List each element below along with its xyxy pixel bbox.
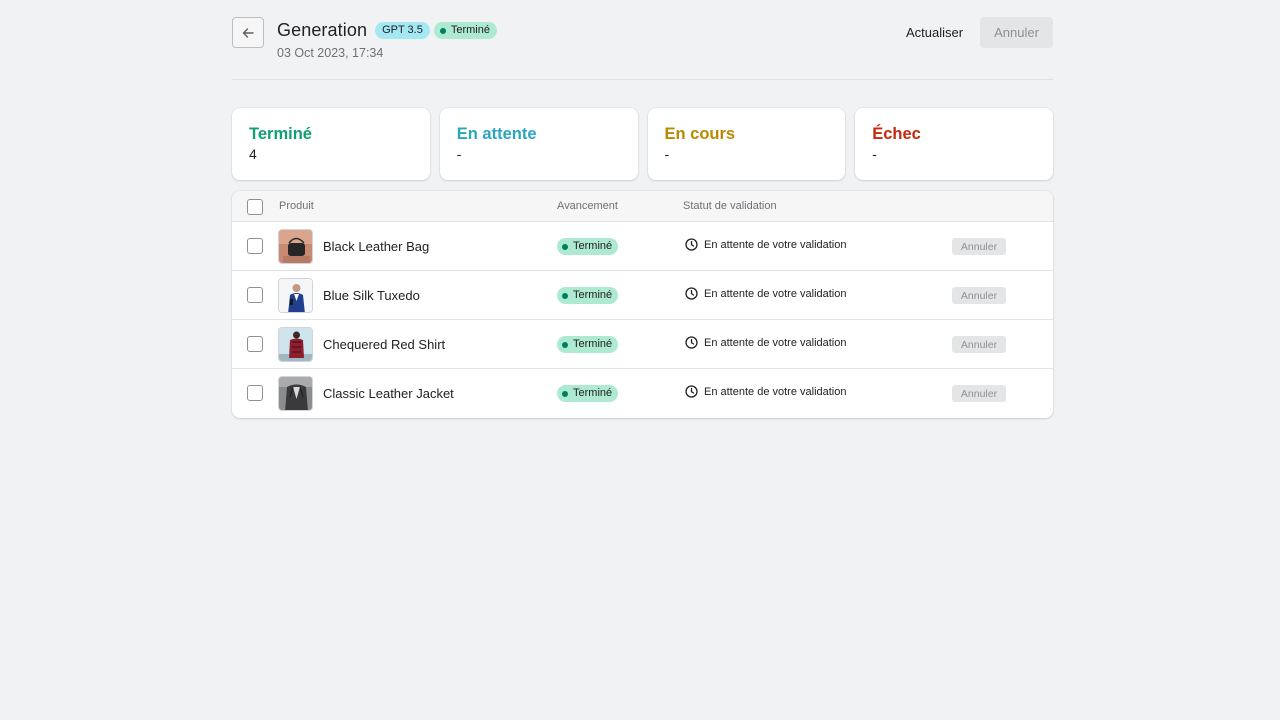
jacket-thumbnail-icon: [278, 376, 313, 411]
product-name[interactable]: Classic Leather Jacket: [323, 386, 454, 401]
status-dot-icon: [562, 390, 568, 397]
products-table: Produit Avancement Statut de validation …: [232, 191, 1053, 418]
clock-icon: [685, 385, 698, 398]
table-row[interactable]: Chequered Red Shirt Terminé En attente d…: [232, 320, 1053, 369]
status-dot-icon: [562, 243, 568, 250]
stat-value: -: [872, 146, 877, 162]
row-checkbox[interactable]: [247, 385, 263, 401]
stat-label: En attente: [456, 125, 537, 143]
product-name[interactable]: Blue Silk Tuxedo: [323, 288, 420, 303]
validation-status: En attente de votre validation: [685, 336, 846, 349]
validation-status: En attente de votre validation: [685, 287, 846, 300]
status-dot-icon: [562, 292, 568, 299]
validation-status-label: En attente de votre validation: [704, 336, 847, 349]
product-name[interactable]: Chequered Red Shirt: [323, 337, 445, 352]
validation-status-label: En attente de votre validation: [704, 287, 847, 300]
stat-label: En cours: [664, 125, 736, 143]
clock-icon: [685, 336, 698, 349]
stat-card-failed: Échec -: [855, 108, 1053, 180]
stat-label: Terminé: [249, 125, 312, 143]
progress-badge: Terminé: [557, 336, 619, 353]
progress-badge: Terminé: [557, 287, 619, 304]
status-badge-label: Terminé: [450, 24, 490, 36]
arrow-left-icon: [242, 27, 254, 38]
generation-date: 03 Oct 2023, 17:34: [277, 46, 384, 60]
row-cancel-button[interactable]: Annuler: [952, 238, 1006, 255]
stat-value: -: [664, 146, 670, 162]
back-button[interactable]: [232, 17, 264, 48]
model-badge: GPT 3.5: [375, 22, 430, 39]
progress-badge: Terminé: [557, 385, 619, 402]
progress-badge: Terminé: [557, 238, 619, 255]
page-header: Generation GPT 3.5 Terminé 03 Oct 2023, …: [232, 0, 1053, 80]
page-title: Generation: [277, 20, 368, 40]
progress-badge-label: Terminé: [573, 338, 613, 350]
stats-row: Terminé 4 En attente - En cours - Échec …: [232, 108, 1053, 180]
clock-icon: [685, 238, 698, 251]
row-checkbox[interactable]: [247, 238, 263, 254]
stat-card-completed: Terminé 4: [232, 108, 430, 180]
validation-status: En attente de votre validation: [685, 385, 846, 398]
row-cancel-button[interactable]: Annuler: [952, 287, 1006, 304]
table-row[interactable]: Black Leather Bag Terminé En attente de …: [232, 222, 1053, 271]
product-name[interactable]: Black Leather Bag: [323, 239, 429, 254]
clock-icon: [685, 287, 698, 300]
table-row[interactable]: Classic Leather Jacket Terminé En attent…: [232, 369, 1053, 418]
validation-status: En attente de votre validation: [685, 238, 846, 251]
column-header-progress: Avancement: [557, 200, 618, 212]
validation-status-label: En attente de votre validation: [704, 385, 847, 398]
progress-badge-label: Terminé: [573, 387, 613, 399]
cancel-button[interactable]: Annuler: [980, 17, 1053, 48]
stat-card-pending: En attente -: [439, 108, 638, 180]
validation-status-label: En attente de votre validation: [704, 238, 847, 251]
bag-thumbnail-icon: [278, 229, 313, 264]
stat-card-in-progress: En cours -: [647, 108, 846, 180]
row-cancel-button[interactable]: Annuler: [952, 385, 1006, 402]
column-header-validation: Statut de validation: [683, 200, 777, 212]
stat-label: Échec: [872, 125, 921, 143]
table-row[interactable]: Blue Silk Tuxedo Terminé En attente de v…: [232, 271, 1053, 320]
stat-value: 4: [249, 146, 257, 162]
page: Generation GPT 3.5 Terminé 03 Oct 2023, …: [232, 0, 1053, 418]
row-checkbox[interactable]: [247, 287, 263, 303]
refresh-button[interactable]: Actualiser: [896, 17, 973, 48]
shirt-thumbnail-icon: [278, 327, 313, 362]
select-all-checkbox[interactable]: [247, 199, 263, 215]
status-badge: Terminé: [433, 22, 497, 39]
stat-value: -: [456, 146, 462, 162]
table-header: Produit Avancement Statut de validation: [232, 191, 1053, 222]
row-checkbox[interactable]: [247, 336, 263, 352]
title-row: Generation GPT 3.5 Terminé: [277, 20, 497, 41]
status-dot-icon: [562, 341, 568, 348]
row-cancel-button[interactable]: Annuler: [952, 336, 1006, 353]
column-header-product: Produit: [279, 200, 314, 212]
status-dot-icon: [439, 27, 446, 34]
tuxedo-thumbnail-icon: [278, 278, 313, 313]
progress-badge-label: Terminé: [573, 240, 613, 252]
progress-badge-label: Terminé: [573, 289, 613, 301]
